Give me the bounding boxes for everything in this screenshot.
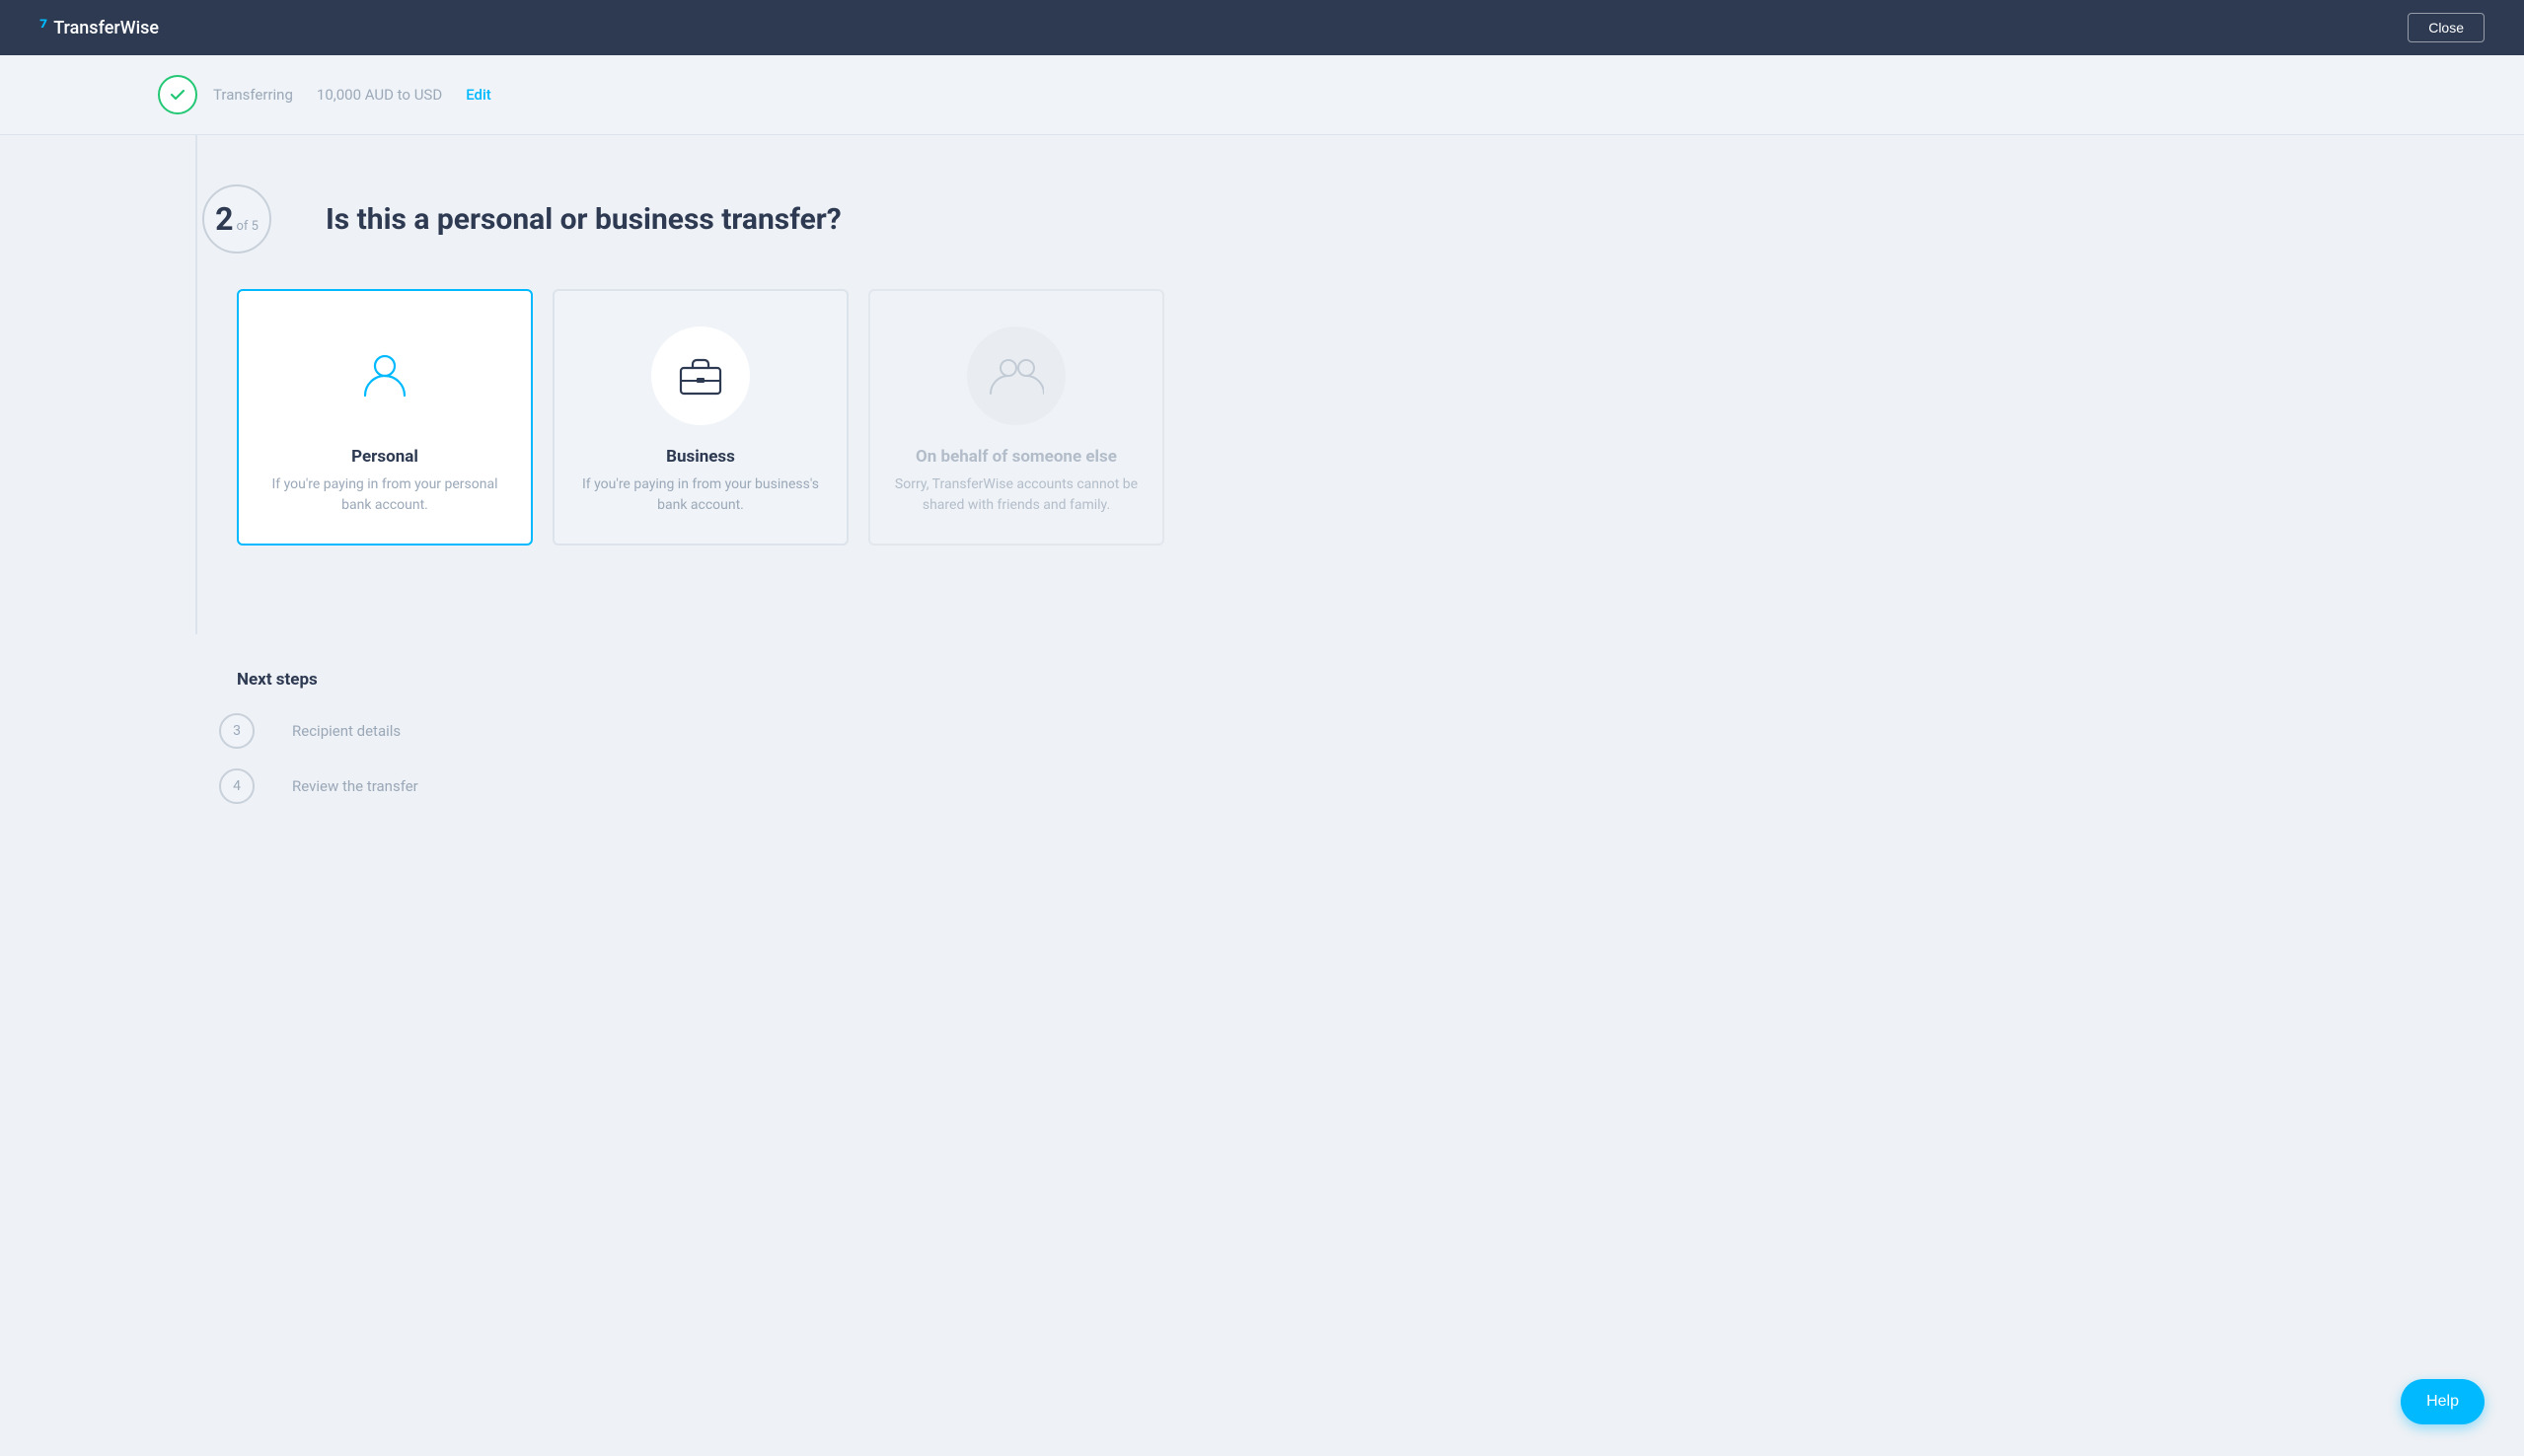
logo-text: TransferWise — [53, 18, 159, 38]
step4-circle: 4 — [219, 768, 255, 804]
personal-card-desc: If you're paying in from your personal b… — [262, 474, 507, 516]
business-icon-circle — [651, 327, 750, 425]
step-header: 2of 5 Is this a personal or business tra… — [237, 184, 2524, 254]
personal-card-title: Personal — [351, 447, 418, 467]
step-bar: Transferring 10,000 AUD to USD Edit — [0, 55, 2524, 135]
timeline-line — [195, 135, 197, 634]
step1-edit-link[interactable]: Edit — [466, 86, 491, 104]
next-steps-section: Next steps 3 Recipient details 4 Review … — [0, 634, 2524, 859]
behalf-icon-circle — [967, 327, 1066, 425]
behalf-card: On behalf of someone else Sorry, Transfe… — [868, 289, 1164, 546]
business-card-title: Business — [666, 447, 735, 467]
business-card-desc: If you're paying in from your business's… — [578, 474, 823, 516]
next-step-3: 3 Recipient details — [237, 713, 2524, 749]
personal-icon-circle — [335, 327, 434, 425]
help-button[interactable]: Help — [2401, 1379, 2485, 1424]
content-area: 2of 5 Is this a personal or business tra… — [0, 135, 2524, 634]
step1-complete-icon — [158, 75, 197, 114]
business-card[interactable]: Business If you're paying in from your b… — [553, 289, 849, 546]
step3-label: Recipient details — [292, 722, 401, 740]
personal-card[interactable]: Personal If you're paying in from your p… — [237, 289, 533, 546]
app-header: ⁷ TransferWise Close — [0, 0, 2524, 55]
close-button[interactable]: Close — [2408, 13, 2485, 42]
behalf-card-desc: Sorry, TransferWise accounts cannot be s… — [894, 474, 1139, 516]
behalf-card-title: On behalf of someone else — [916, 447, 1117, 467]
next-step-4: 4 Review the transfer — [237, 768, 2524, 804]
logo-icon: ⁷ — [39, 16, 47, 40]
transfer-type-cards: Personal If you're paying in from your p… — [237, 289, 2524, 546]
step1-detail: 10,000 AUD to USD — [317, 86, 442, 104]
step-title: Is this a personal or business transfer? — [326, 202, 842, 237]
step3-circle: 3 — [219, 713, 255, 749]
next-steps-title: Next steps — [237, 670, 2524, 690]
main-content: 2of 5 Is this a personal or business tra… — [0, 135, 2524, 634]
step-number-circle: 2of 5 — [202, 184, 271, 254]
logo: ⁷ TransferWise — [39, 16, 159, 40]
step1-label: Transferring — [213, 86, 293, 104]
step4-label: Review the transfer — [292, 777, 418, 795]
